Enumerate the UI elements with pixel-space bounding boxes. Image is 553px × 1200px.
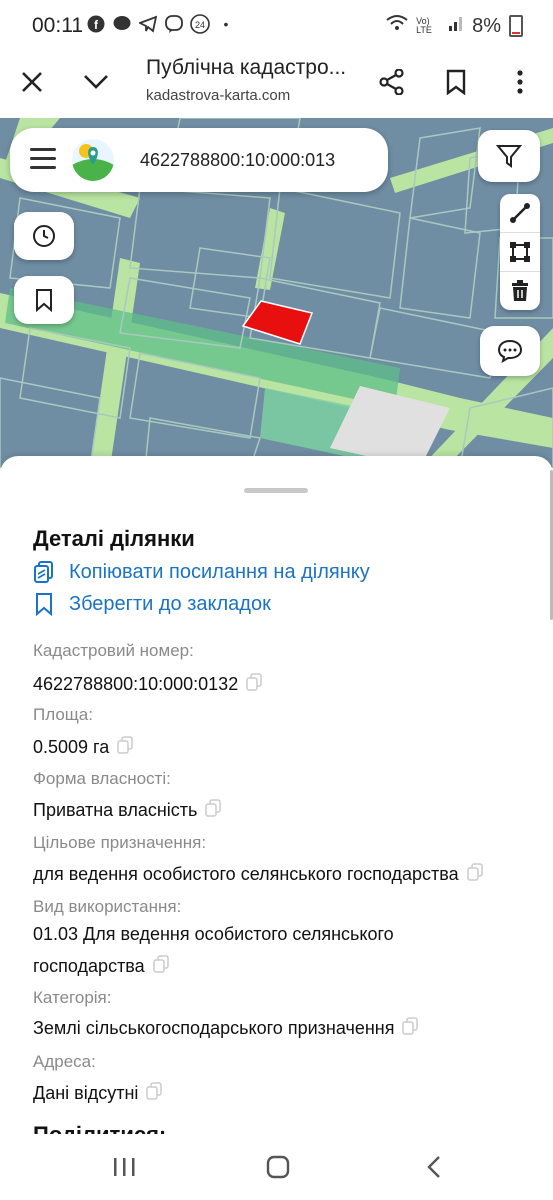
copy-link-icon	[34, 561, 53, 583]
draw-tools	[500, 194, 540, 310]
home-button[interactable]	[258, 1150, 298, 1184]
site-logo	[72, 139, 114, 181]
filter-icon	[496, 145, 522, 168]
bookmarks-button[interactable]	[14, 276, 74, 324]
status-bar: 00:11 f 24 • Vo) LTE 8%	[0, 0, 553, 52]
facebook-icon: f	[86, 14, 106, 34]
copy-icon[interactable]	[402, 1013, 419, 1045]
more-vert-icon[interactable]	[498, 60, 542, 104]
field-value-cadastral-number: 4622788800:10:000:0132	[33, 668, 262, 701]
field-value-usage: 01.03 Для ведення особистого селянського…	[33, 918, 394, 983]
field-label-address: Адреса:	[33, 1052, 96, 1071]
save-bookmark-button[interactable]: Зберегти до закладок	[33, 592, 271, 616]
feedback-button[interactable]	[480, 326, 540, 376]
clock-icon	[33, 225, 55, 247]
network-label: Vo) LTE	[416, 16, 432, 35]
news-24-icon: 24	[190, 14, 210, 34]
messenger-icon	[112, 14, 132, 34]
line-tool[interactable]	[500, 194, 540, 233]
menu-icon[interactable]	[30, 148, 56, 170]
copy-link-label: Копіювати посилання на ділянку	[69, 560, 370, 583]
notification-icons: f 24 •	[86, 14, 236, 34]
status-right: Vo) LTE 8%	[386, 14, 523, 38]
bookmark-icon[interactable]	[434, 60, 478, 104]
field-label-category: Категорія:	[33, 988, 112, 1007]
search-card[interactable]: 4622788800:10:000:013	[10, 128, 388, 192]
back-button[interactable]	[414, 1150, 454, 1184]
parcel-details-sheet[interactable]: Деталі ділянки Копіювати посилання на ді…	[0, 456, 553, 1146]
bookmark-icon	[36, 289, 52, 312]
field-label-cadastral-number: Кадастровий номер:	[33, 641, 194, 660]
status-dot: •	[223, 16, 229, 32]
polygon-tool-icon	[510, 242, 530, 262]
address-text: Дані відсутні	[33, 1083, 139, 1103]
chevron-down-icon[interactable]	[74, 60, 118, 104]
filter-button[interactable]	[478, 130, 540, 182]
wifi-icon	[386, 14, 408, 38]
browser-toolbar: Публічна кадастро... kadastrova-karta.co…	[0, 52, 553, 118]
chat-icon	[497, 339, 523, 363]
copy-link-button[interactable]: Копіювати посилання на ділянку	[33, 560, 370, 584]
signal-icon	[448, 14, 464, 38]
battery-icon	[509, 15, 523, 37]
sheet-drag-handle[interactable]	[244, 488, 308, 493]
usage-text-line2: господарства	[33, 956, 145, 976]
field-value-area: 0.5009 га	[33, 731, 133, 764]
copy-icon[interactable]	[205, 795, 222, 827]
field-label-ownership: Форма власності:	[33, 769, 171, 788]
svg-text:24: 24	[195, 20, 205, 30]
bookmark-icon	[36, 593, 52, 616]
field-label-purpose: Цільове призначення:	[33, 833, 207, 852]
telegram-icon	[138, 14, 158, 34]
page-title: Публічна кадастро...	[146, 56, 347, 79]
delete-tool[interactable]	[500, 272, 540, 310]
field-value-address: Дані відсутні	[33, 1077, 163, 1110]
polygon-tool[interactable]	[500, 233, 540, 272]
purpose-text: для ведення особистого селянського госпо…	[33, 864, 459, 884]
copy-icon[interactable]	[117, 732, 133, 764]
page-url[interactable]: kadastrova-karta.com	[146, 87, 290, 104]
back-icon	[427, 1156, 440, 1178]
usage-text-line1: 01.03 Для ведення особистого селянського	[33, 924, 394, 944]
field-value-category: Землі сільськогосподарського призначення	[33, 1012, 419, 1045]
sheet-title: Деталі ділянки	[33, 526, 195, 551]
share-icon[interactable]	[370, 60, 414, 104]
battery-percent: 8%	[472, 14, 501, 37]
field-value-ownership: Приватна власність	[33, 794, 222, 827]
save-bookmark-label: Зберегти до закладок	[69, 592, 271, 615]
copy-icon[interactable]	[246, 669, 262, 701]
field-label-usage: Вид використання:	[33, 897, 182, 916]
home-icon	[266, 1155, 290, 1179]
system-nav-bar	[0, 1134, 553, 1200]
copy-icon[interactable]	[152, 951, 169, 983]
line-tool-icon	[510, 203, 530, 223]
area-text: 0.5009 га	[33, 737, 110, 757]
close-icon[interactable]	[10, 60, 54, 104]
category-text: Землі сільськогосподарського призначення	[33, 1018, 395, 1038]
viber-icon	[164, 14, 184, 34]
cadastral-number-text: 4622788800:10:000:0132	[33, 674, 239, 694]
copy-icon[interactable]	[146, 1078, 163, 1110]
recent-apps-button[interactable]	[104, 1150, 144, 1184]
field-label-area: Площа:	[33, 705, 93, 724]
field-value-purpose: для ведення особистого селянського госпо…	[33, 858, 483, 891]
status-time: 00:11	[32, 14, 83, 37]
search-cadastral-number[interactable]: 4622788800:10:000:013	[140, 150, 335, 171]
copy-icon[interactable]	[466, 859, 483, 891]
recent-apps-icon	[114, 1158, 135, 1176]
history-button[interactable]	[14, 212, 74, 260]
ownership-text: Приватна власність	[33, 800, 198, 820]
trash-icon	[512, 280, 528, 301]
